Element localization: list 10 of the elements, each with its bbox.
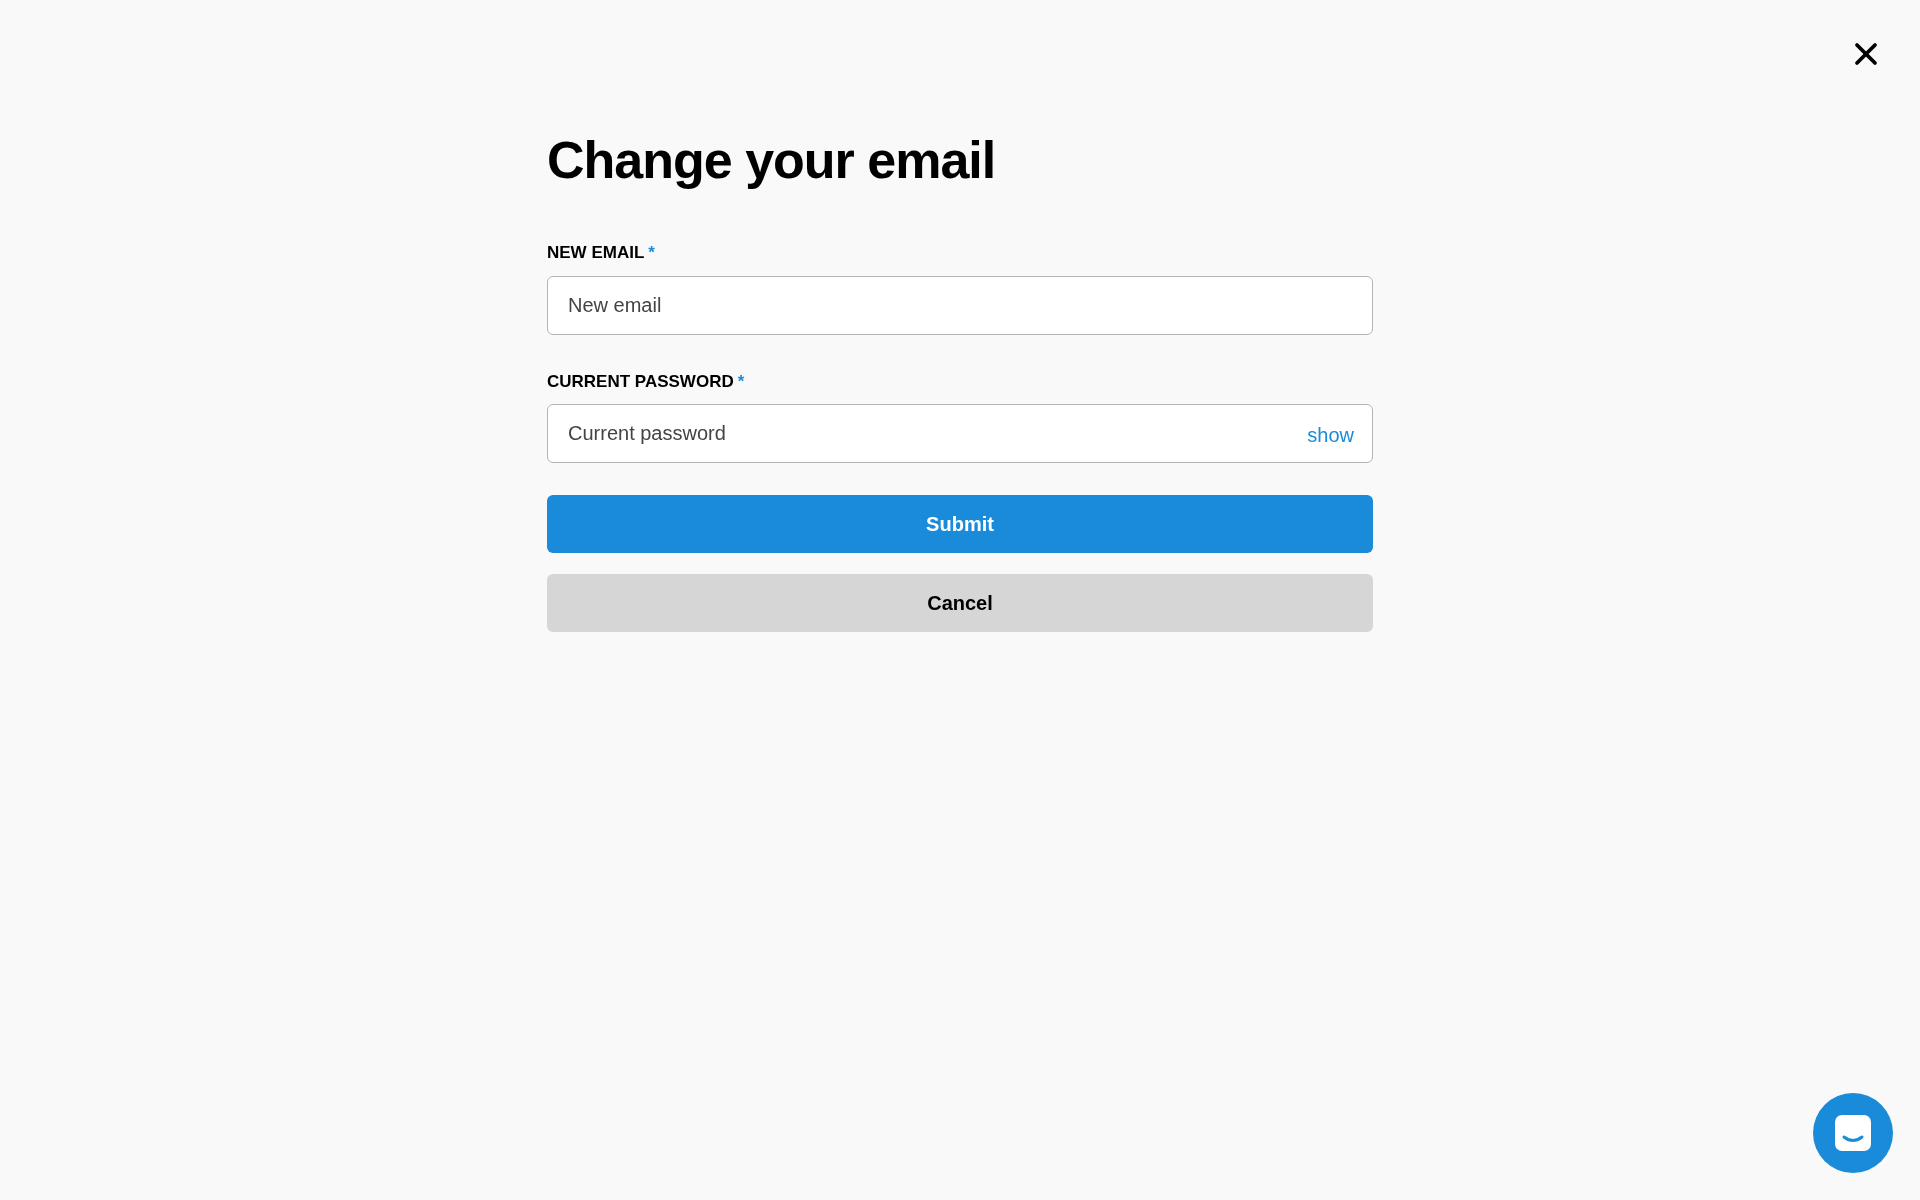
submit-button[interactable]: Submit xyxy=(547,495,1373,553)
show-password-link[interactable]: show xyxy=(1307,420,1354,450)
dialog-title: Change your email xyxy=(547,130,997,191)
field-label: NEW EMAIL xyxy=(547,242,645,264)
field-label: CURRENT PASSWORD xyxy=(547,370,734,393)
cancel-button[interactable]: Cancel xyxy=(547,574,1373,632)
input-field[interactable]: New email xyxy=(547,275,1373,335)
required-mark: * xyxy=(648,242,655,264)
chat-icon xyxy=(1833,1113,1873,1153)
required-mark: * xyxy=(737,370,745,393)
